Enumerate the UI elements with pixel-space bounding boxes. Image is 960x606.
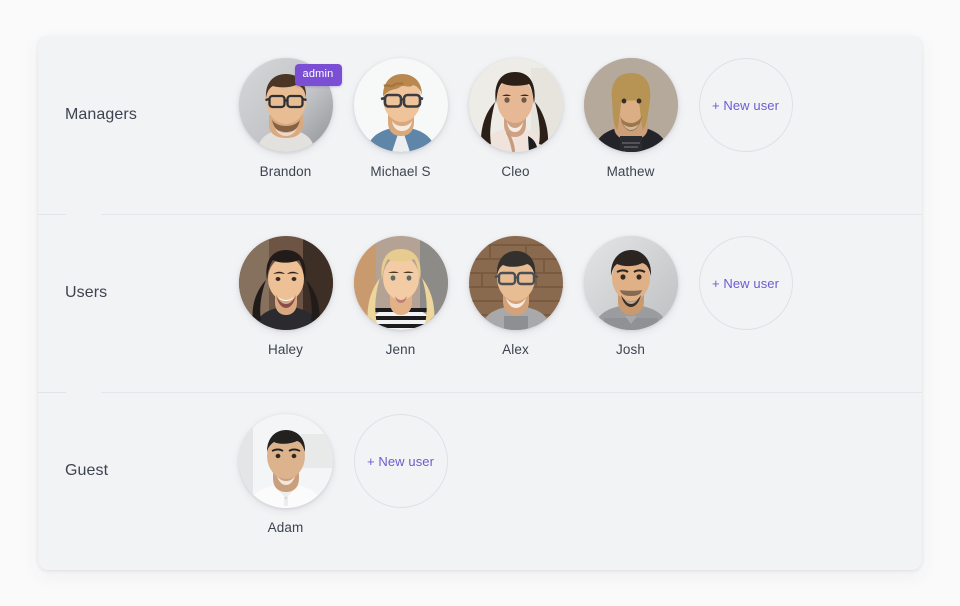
member-item[interactable]: Josh [573, 236, 688, 357]
user-roles-card: Managers admin Brandon Michael S Cleo Ma… [38, 36, 922, 570]
avatar[interactable] [238, 414, 333, 508]
member-item[interactable]: Cleo [458, 58, 573, 179]
portrait-man-goatee-gray-icon [583, 236, 678, 330]
member-list-users: Haley Jenn Alex Josh + New user [228, 214, 922, 357]
member-item[interactable]: Mathew [573, 58, 688, 179]
portrait-woman-asian-smiling-icon [238, 236, 333, 330]
member-name: Haley [267, 342, 303, 357]
member-item[interactable]: Alex [458, 236, 573, 357]
role-label-guest: Guest [65, 462, 109, 479]
role-row-managers: Managers admin Brandon Michael S Cleo Ma… [38, 36, 922, 214]
add-new-user-button[interactable]: + New user [353, 414, 448, 508]
status-badge: admin [294, 64, 342, 86]
member-item[interactable]: Jenn [343, 236, 458, 357]
portrait-man-glasses-brick-icon [468, 236, 563, 330]
member-name: Alex [502, 342, 529, 357]
avatar[interactable] [583, 236, 678, 330]
avatar[interactable] [468, 236, 563, 330]
member-name: Jenn [385, 342, 416, 357]
page-root: Managers admin Brandon Michael S Cleo Ma… [0, 0, 960, 606]
add-new-user-label: + New user [366, 453, 435, 469]
avatar-wrapper[interactable] [583, 236, 678, 330]
member-name: Mathew [606, 164, 655, 179]
member-name: Adam [267, 520, 304, 535]
avatar-wrapper[interactable] [238, 236, 333, 330]
member-name: Michael S [370, 164, 431, 179]
avatar[interactable] [353, 58, 448, 152]
portrait-man-long-blond-hair-icon [583, 58, 678, 152]
new-user-slot[interactable]: + New user [688, 236, 803, 330]
add-new-user-label: + New user [711, 275, 780, 291]
member-name: Cleo [501, 164, 530, 179]
member-item[interactable]: admin Brandon [228, 58, 343, 179]
member-list-managers: admin Brandon Michael S Cleo Mathew + Ne… [228, 36, 922, 179]
avatar[interactable] [468, 58, 563, 152]
avatar-wrapper[interactable] [468, 236, 563, 330]
avatar-wrapper[interactable] [583, 58, 678, 152]
member-name: Brandon [259, 164, 312, 179]
avatar-wrapper[interactable] [238, 414, 333, 508]
portrait-woman-dark-hair-icon [468, 58, 563, 152]
add-new-user-label: + New user [711, 97, 780, 113]
avatar[interactable] [583, 58, 678, 152]
add-new-user-button[interactable]: + New user [698, 58, 793, 152]
new-user-slot[interactable]: + New user [343, 414, 458, 508]
portrait-woman-blonde-stripes-icon [353, 236, 448, 330]
member-item[interactable]: Michael S [343, 58, 458, 179]
portrait-man-glasses-denim-icon [353, 58, 448, 152]
member-list-guest: Adam + New user [228, 392, 922, 535]
role-row-guest: Guest Adam + New user [38, 392, 922, 570]
avatar[interactable] [238, 236, 333, 330]
add-new-user-button[interactable]: + New user [698, 236, 793, 330]
avatar[interactable] [353, 236, 448, 330]
avatar-wrapper[interactable] [353, 236, 448, 330]
role-row-users: Users Haley Jenn Alex Josh + New user [38, 214, 922, 392]
member-name: Josh [616, 342, 645, 357]
avatar-wrapper[interactable] [468, 58, 563, 152]
member-item[interactable]: Haley [228, 236, 343, 357]
role-label-users: Users [65, 284, 108, 301]
member-item[interactable]: Adam [228, 414, 343, 535]
role-label-managers: Managers [65, 106, 137, 123]
avatar-wrapper[interactable]: admin [238, 58, 342, 152]
new-user-slot[interactable]: + New user [688, 58, 803, 152]
portrait-man-white-polo-icon [238, 414, 333, 508]
avatar-wrapper[interactable] [353, 58, 448, 152]
